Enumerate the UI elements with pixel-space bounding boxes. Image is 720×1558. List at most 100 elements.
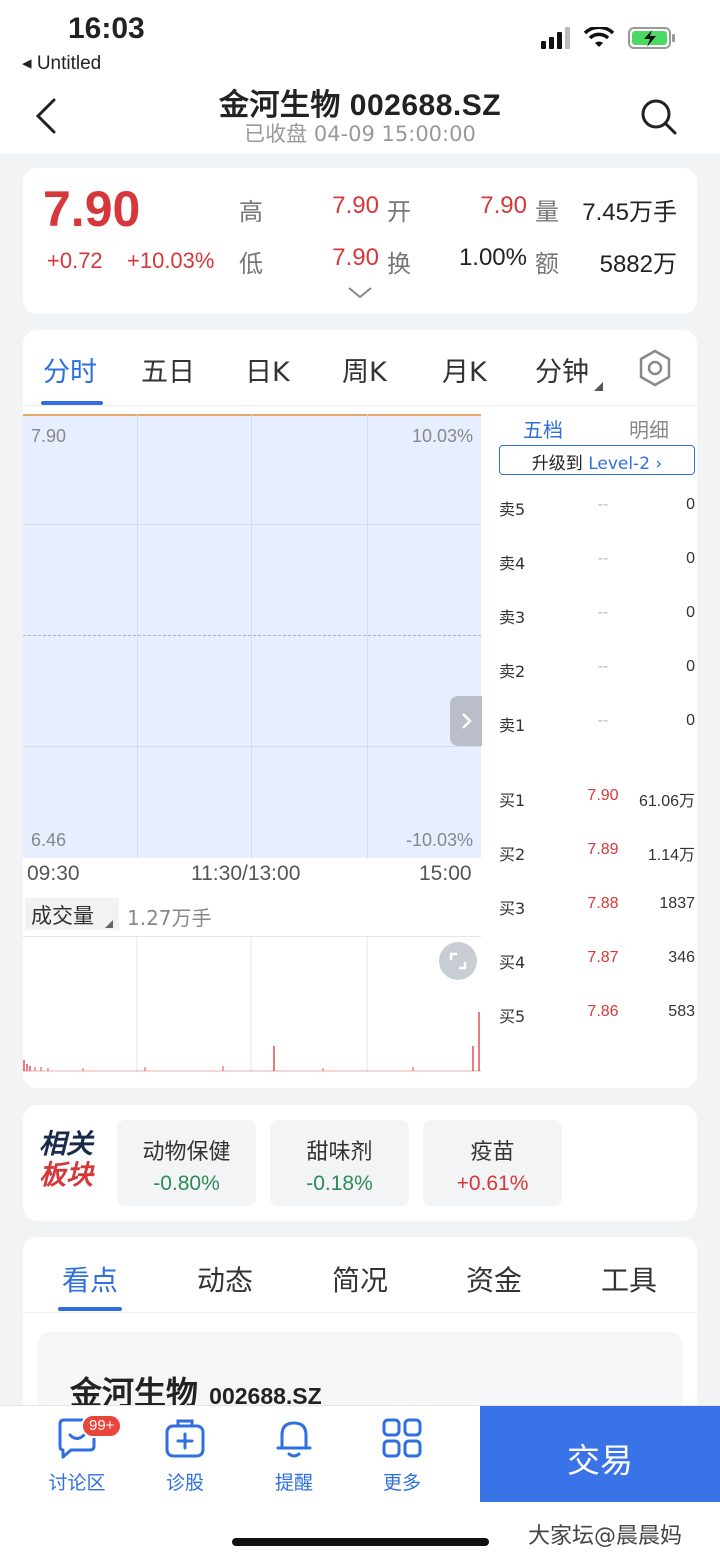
tab-highlights[interactable]: 看点 xyxy=(62,1259,118,1299)
tab-tools[interactable]: 工具 xyxy=(601,1259,657,1299)
chevron-right-icon xyxy=(462,713,472,729)
tab-profile[interactable]: 简况 xyxy=(332,1259,388,1299)
open-label: 开 xyxy=(387,198,411,226)
ask-row: 卖3 -- 0 xyxy=(499,600,695,630)
minute-dropdown-icon xyxy=(594,382,603,391)
price-change: +0.72 xyxy=(47,248,103,273)
bell-icon xyxy=(276,1421,312,1458)
depth-quantity: 0 xyxy=(686,712,695,729)
sector-change: +0.61% xyxy=(456,1172,529,1195)
remind-button[interactable]: 提醒 xyxy=(254,1416,334,1495)
intraday-chart[interactable]: 7.90 10.03% 6.46 -10.03% xyxy=(23,414,482,858)
depth-price: -- xyxy=(597,658,609,675)
depth-quantity: 1837 xyxy=(659,895,695,912)
time-label-open: 09:30 xyxy=(27,862,80,885)
bid-row: 买2 7.89 1.14万 xyxy=(499,837,695,867)
tab-trade-detail[interactable]: 明细 xyxy=(629,414,669,443)
related-sectors-title: 相关 板块 xyxy=(39,1129,93,1191)
stock-header: 金河生物 002688.SZ 已收盘 04-09 15:00:00 xyxy=(0,80,720,154)
upgrade-level2-button[interactable]: 升级到 Level-2 › xyxy=(499,445,695,475)
depth-level-label: 买3 xyxy=(499,899,526,918)
trade-button[interactable]: 交易 xyxy=(480,1406,720,1502)
depth-quantity: 583 xyxy=(668,1003,695,1020)
related-sectors-card: 相关 板块 动物保健 -0.80% 甜味剂 -0.18% 疫苗 +0.61% xyxy=(23,1105,697,1221)
status-icons xyxy=(541,26,676,50)
market-status: 已收盘 04-09 15:00:00 xyxy=(244,122,476,146)
search-icon[interactable] xyxy=(640,98,678,136)
depth-price: 7.86 xyxy=(587,1003,619,1020)
sector-chip[interactable]: 动物保健 -0.80% xyxy=(117,1120,256,1206)
volume-label: 量 xyxy=(535,198,559,226)
bid-row: 买3 7.88 1837 xyxy=(499,891,695,921)
signal-icon xyxy=(541,27,570,49)
pct-low-label: -10.03% xyxy=(405,830,473,850)
tab-news[interactable]: 动态 xyxy=(197,1259,253,1299)
notification-badge: 99+ xyxy=(81,1414,123,1438)
gear-icon[interactable] xyxy=(635,348,675,388)
battery-charging-icon xyxy=(628,27,675,49)
diagnose-button[interactable]: 诊股 xyxy=(145,1416,225,1495)
tab-five-levels[interactable]: 五档 xyxy=(523,414,563,443)
depth-price: -- xyxy=(597,550,609,567)
depth-level-label: 卖5 xyxy=(499,500,526,519)
bid-row: 买4 7.87 346 xyxy=(499,945,695,975)
chart-card: 分时 五日 日K 周K 月K 分钟 7.90 10.03% 6.46 -10.0… xyxy=(23,330,697,1088)
tab-minute[interactable]: 分钟 xyxy=(535,350,589,389)
ask-row: 卖2 -- 0 xyxy=(499,654,695,684)
tab-monthly-k[interactable]: 月K xyxy=(442,350,487,389)
sector-name: 甜味剂 xyxy=(306,1140,373,1165)
fullscreen-icon xyxy=(449,952,467,970)
chart-tabs: 分时 五日 日K 周K 月K 分钟 xyxy=(23,330,697,406)
sector-chip[interactable]: 疫苗 +0.61% xyxy=(423,1120,562,1206)
chevron-right-icon: › xyxy=(650,454,663,474)
fullscreen-button[interactable] xyxy=(439,942,477,980)
bid-row: 买5 7.86 583 xyxy=(499,999,695,1029)
depth-level-label: 卖4 xyxy=(499,554,526,573)
status-bar: 16:03 ◂ Untitled xyxy=(0,0,720,80)
pct-high-label: 10.03% xyxy=(411,426,473,446)
status-time: 16:03 xyxy=(68,12,145,45)
sector-name: 动物保健 xyxy=(142,1140,231,1165)
bottom-toolbar: 99+ 讨论区 诊股 提醒 更多 交易 大家坛@晨晨妈 xyxy=(0,1405,720,1558)
watermark-text: 大家坛@晨晨妈 xyxy=(528,1524,683,1549)
discuss-button[interactable]: 99+ 讨论区 xyxy=(37,1414,123,1495)
tab-intraday[interactable]: 分时 xyxy=(43,350,97,389)
volume-chart xyxy=(23,936,481,1072)
tab-daily-k[interactable]: 日K xyxy=(245,350,290,389)
time-label-midday: 11:30/13:00 xyxy=(191,862,301,885)
depth-price: 7.88 xyxy=(587,895,619,912)
low-value: 7.90 xyxy=(332,244,379,271)
volume-value: 7.45万手 xyxy=(582,199,677,226)
home-indicator[interactable] xyxy=(232,1538,489,1546)
depth-price: 7.87 xyxy=(587,949,619,966)
tab-five-day[interactable]: 五日 xyxy=(141,350,195,389)
expand-chevron-icon[interactable] xyxy=(347,286,373,300)
sector-change: -0.80% xyxy=(153,1172,220,1195)
depth-quantity: 1.14万 xyxy=(647,847,695,864)
depth-price: 7.89 xyxy=(587,841,619,858)
grid-icon xyxy=(382,1418,422,1458)
depth-quantity: 0 xyxy=(686,496,695,513)
depth-price: -- xyxy=(597,496,609,513)
depth-price: -- xyxy=(597,712,609,729)
amount-value: 5882万 xyxy=(599,251,677,278)
more-button[interactable]: 更多 xyxy=(362,1416,442,1495)
low-label: 低 xyxy=(239,250,263,278)
high-value: 7.90 xyxy=(332,192,379,219)
last-price: 7.90 xyxy=(43,181,141,237)
sector-chip[interactable]: 甜味剂 -0.18% xyxy=(270,1120,409,1206)
turnover-label: 换 xyxy=(387,250,411,278)
active-tab-indicator xyxy=(58,1307,122,1311)
tab-funds[interactable]: 资金 xyxy=(466,1259,522,1299)
bid-row: 买1 7.90 61.06万 xyxy=(499,783,695,813)
price-high-label: 7.90 xyxy=(31,426,67,446)
back-to-app-link[interactable]: ◂ Untitled xyxy=(22,52,101,75)
tab-weekly-k[interactable]: 周K xyxy=(342,350,387,389)
ask-row: 卖1 -- 0 xyxy=(499,708,695,738)
time-label-close: 15:00 xyxy=(419,862,472,885)
expand-depth-button[interactable] xyxy=(450,696,482,746)
quote-card: 7.90 +0.72 +10.03% 高 7.90 开 7.90 量 7.45万… xyxy=(23,168,697,314)
volume-total: 1.27万手 xyxy=(127,906,212,930)
turnover-value: 1.00% xyxy=(458,244,527,271)
wifi-icon xyxy=(584,27,614,47)
